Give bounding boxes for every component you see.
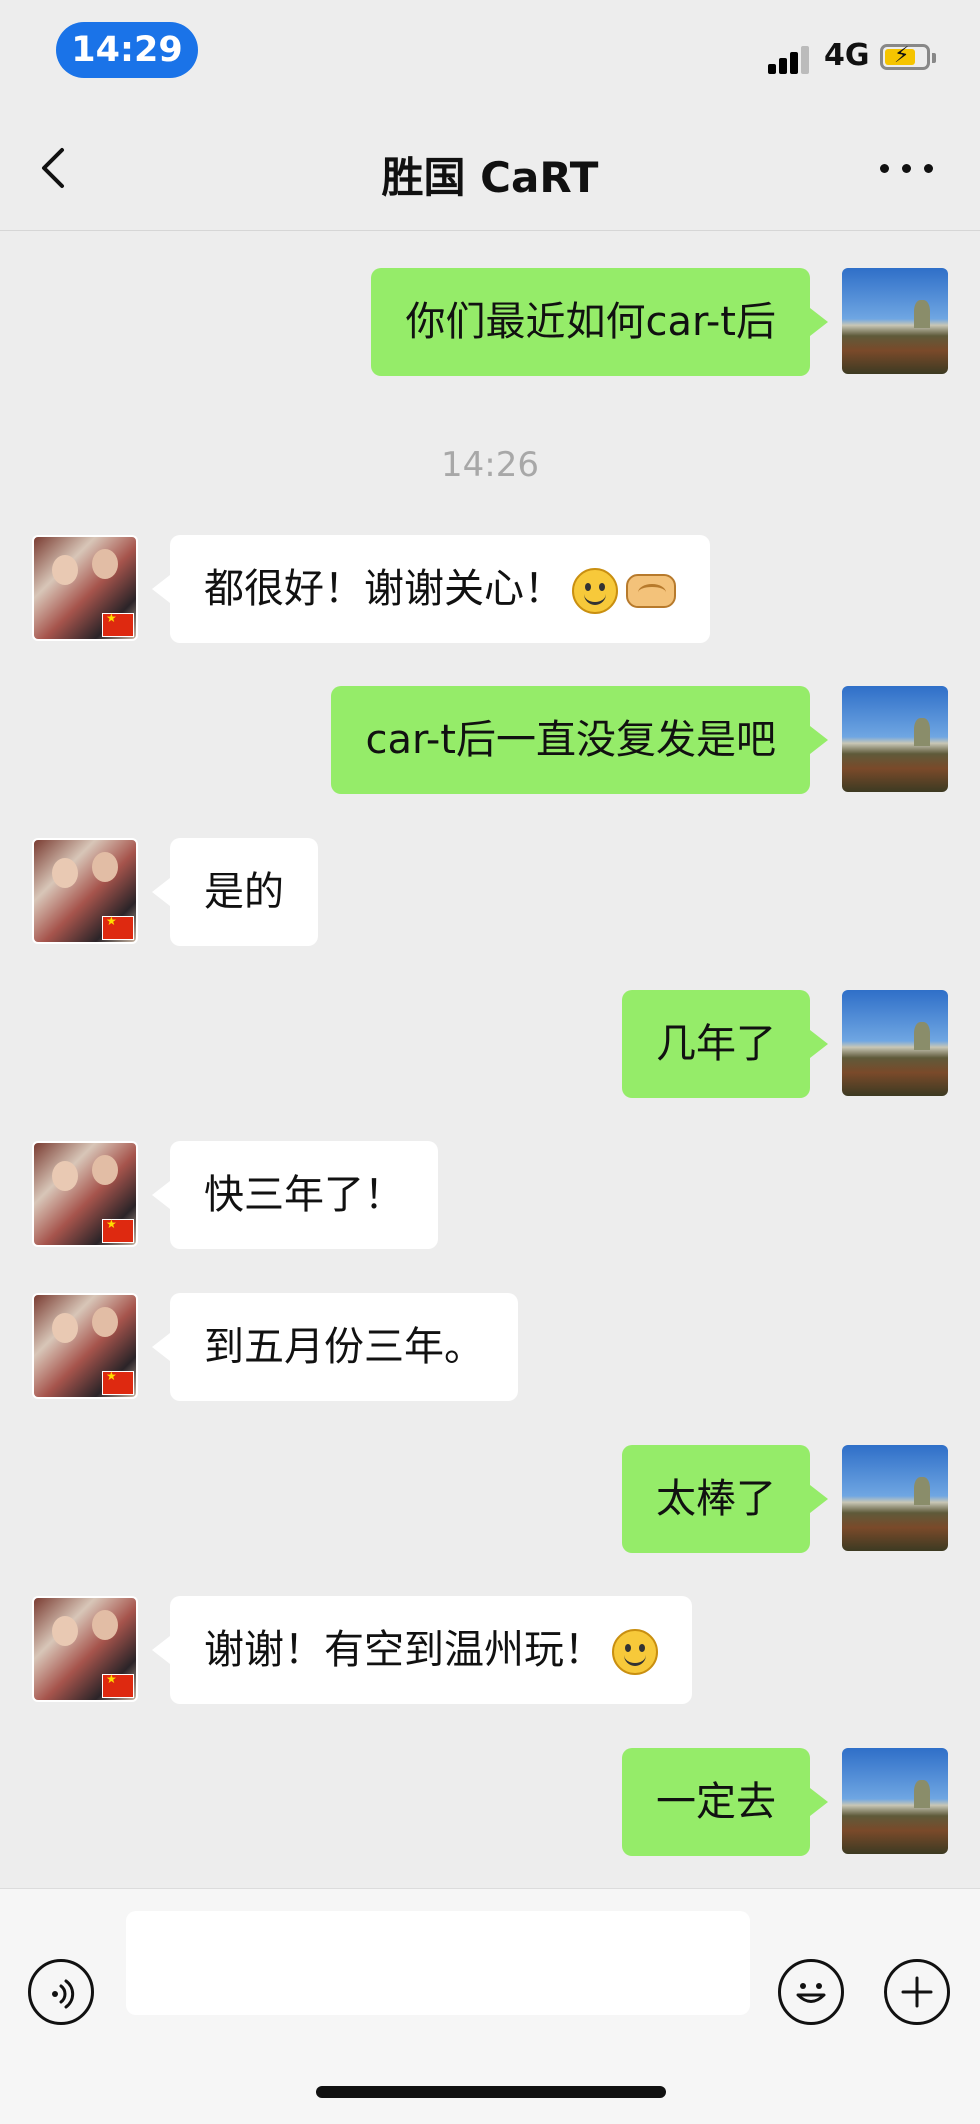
message-row: 快三年了！ <box>0 1141 980 1249</box>
contact-avatar[interactable] <box>32 838 138 944</box>
message-bubble[interactable]: 都很好！谢谢关心！ <box>152 535 710 643</box>
message-row: 谢谢！有空到温州玩！ <box>0 1596 980 1704</box>
chat-header: 胜国 CaRT <box>0 100 980 231</box>
contact-avatar[interactable] <box>32 1293 138 1399</box>
message-row: 到五月份三年。 <box>0 1293 980 1401</box>
home-indicator[interactable] <box>316 2086 666 2098</box>
own-avatar[interactable] <box>842 1445 948 1551</box>
own-avatar[interactable] <box>842 990 948 1096</box>
message-text: 谢谢！有空到温州玩！ <box>204 1627 604 1673</box>
message-text: 都很好！谢谢关心！ <box>204 566 564 612</box>
message-row: 几年了 <box>0 990 980 1098</box>
handshake-emoji-icon <box>626 574 676 608</box>
message-row: car-t后一直没复发是吧 <box>0 686 980 794</box>
message-bubble[interactable]: 你们最近如何car-t后 <box>371 268 828 376</box>
status-bar: 14:29 4G ⚡ <box>0 0 980 100</box>
message-bubble[interactable]: 到五月份三年。 <box>152 1293 518 1401</box>
own-avatar[interactable] <box>842 1748 948 1854</box>
status-time[interactable]: 14:29 <box>56 22 198 78</box>
message-timestamp: 14:26 <box>441 445 539 485</box>
voice-icon[interactable] <box>28 1959 94 2025</box>
plus-icon[interactable] <box>884 1959 950 2025</box>
contact-avatar[interactable] <box>32 1141 138 1247</box>
network-type: 4G <box>824 38 870 73</box>
message-bubble[interactable]: 是的 <box>152 838 318 946</box>
smile-emoji-icon <box>612 1629 658 1675</box>
message-bubble[interactable]: 快三年了！ <box>152 1141 438 1249</box>
message-bubble[interactable]: 一定去 <box>622 1748 828 1856</box>
own-avatar[interactable] <box>842 686 948 792</box>
message-row: 你们最近如何car-t后 <box>0 268 980 376</box>
message-input[interactable] <box>126 1911 750 2015</box>
battery-icon: ⚡ <box>880 43 936 72</box>
message-bubble[interactable]: 几年了 <box>622 990 828 1098</box>
more-icon[interactable] <box>880 164 934 174</box>
contact-avatar[interactable] <box>32 535 138 641</box>
message-bubble[interactable]: car-t后一直没复发是吧 <box>331 686 828 794</box>
message-bubble[interactable]: 太棒了 <box>622 1445 828 1553</box>
message-row: 太棒了 <box>0 1445 980 1553</box>
contact-avatar[interactable] <box>32 1596 138 1702</box>
message-bubble[interactable]: 谢谢！有空到温州玩！ <box>152 1596 692 1704</box>
message-row: 是的 <box>0 838 980 946</box>
smile-emoji-icon <box>572 568 618 614</box>
message-row: 一定去 <box>0 1748 980 1856</box>
chat-title: 胜国 CaRT <box>381 153 599 202</box>
own-avatar[interactable] <box>842 268 948 374</box>
message-row: 都很好！谢谢关心！ <box>0 535 980 643</box>
emoji-icon[interactable] <box>778 1959 844 2025</box>
signal-icon <box>768 46 812 74</box>
